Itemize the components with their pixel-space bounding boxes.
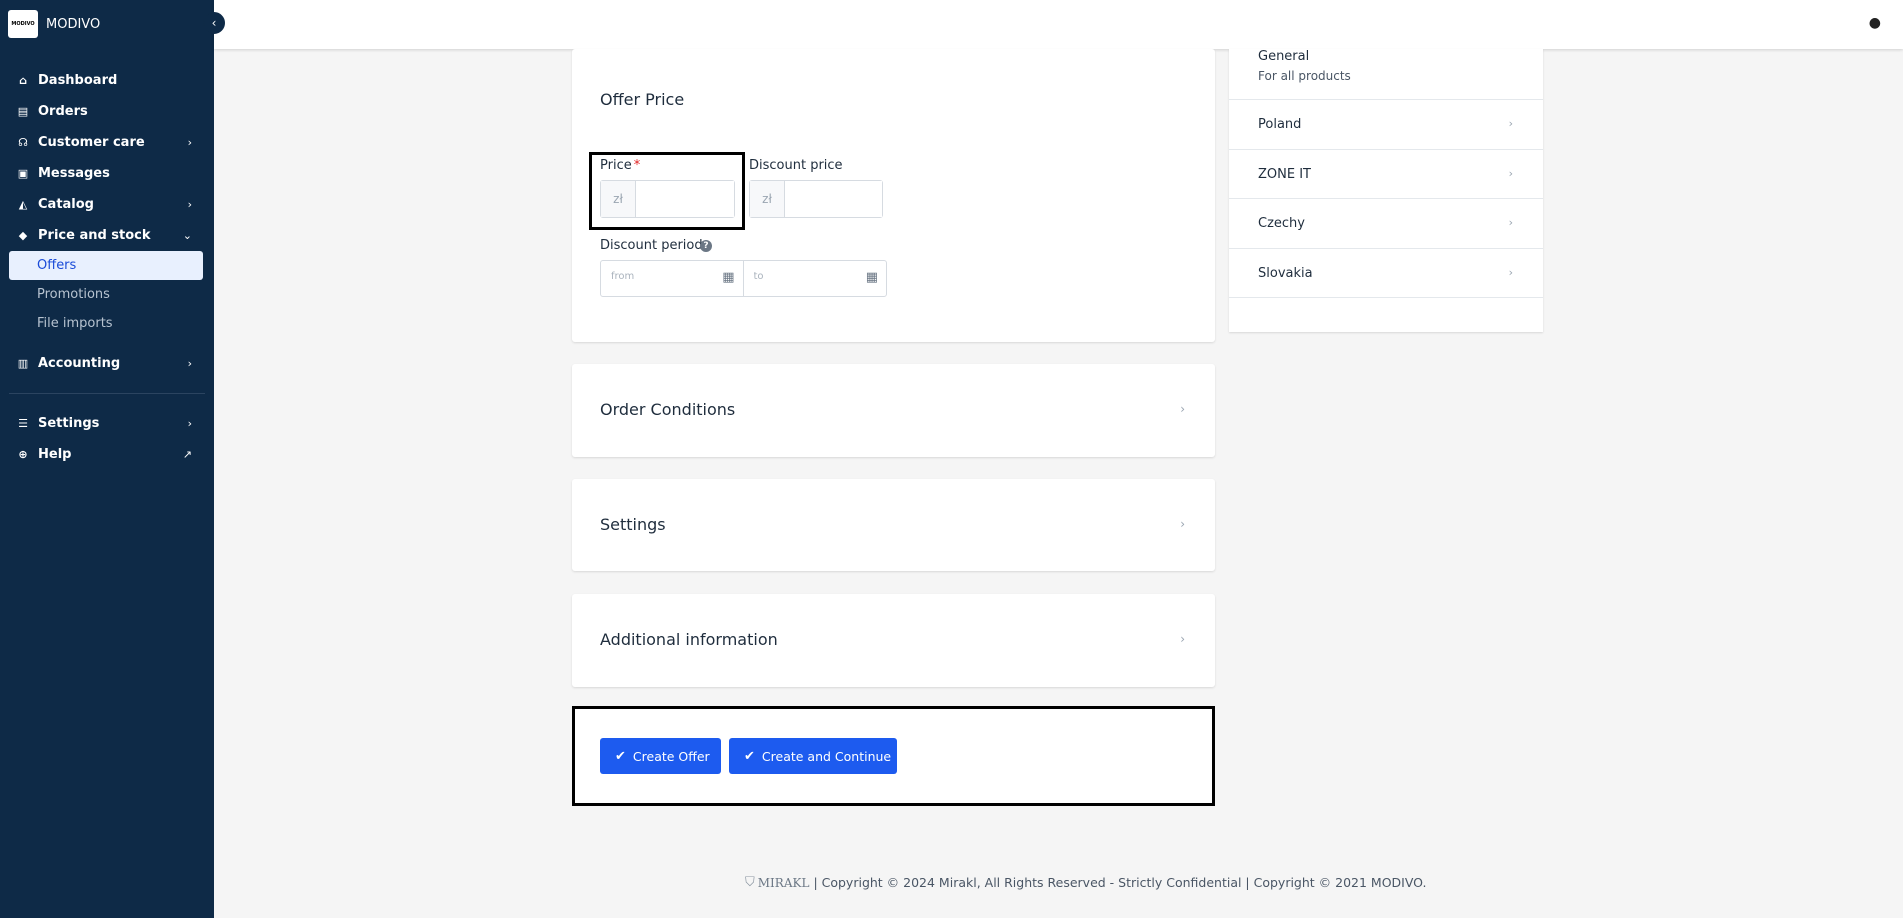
sidebar-item-label: Catalog: [38, 197, 94, 212]
clipboard-icon: ▤: [17, 105, 29, 118]
sidebar-subitem-promotions[interactable]: Promotions: [9, 280, 203, 309]
footer: ⛉ MIRAKL | Copyright © 2024 Mirakl, All …: [745, 875, 1427, 890]
sidebar-item-orders[interactable]: ▤ Orders: [0, 96, 214, 127]
sidebar-item-settings[interactable]: ☰ Settings ›: [0, 408, 214, 439]
section-additional-information[interactable]: Additional information ›: [572, 594, 1215, 687]
sidebar: MODIVO MODIVO ⌂ Dashboard ▤ Orders ☊ Cus…: [0, 0, 214, 918]
chevron-right-icon: ›: [1508, 117, 1513, 130]
discount-period-range: ▦ ▦: [600, 260, 887, 297]
zone-row-zone-it[interactable]: ZONE IT ›: [1229, 149, 1543, 199]
sidebar-item-accounting[interactable]: ▥ Accounting ›: [0, 348, 214, 379]
date-to-cell: ▦: [744, 261, 887, 296]
sidebar-divider: [9, 393, 205, 394]
chevron-right-icon: ›: [1508, 266, 1513, 279]
message-icon: ▣: [17, 167, 29, 180]
headset-icon: ☊: [18, 136, 28, 149]
zone-row-empty: [1229, 297, 1543, 332]
chevron-down-icon: ⌄: [182, 229, 192, 242]
sliders-icon: ☰: [18, 417, 28, 430]
zones-panel: General For all products Poland › ZONE I…: [1229, 49, 1543, 332]
price-highlight-box: [589, 152, 745, 230]
brand[interactable]: MODIVO MODIVO: [8, 10, 100, 38]
create-offer-button[interactable]: ✔ Create Offer: [600, 738, 721, 774]
sidebar-subitem-offers[interactable]: Offers: [9, 251, 203, 280]
section-order-conditions[interactable]: Order Conditions ›: [572, 364, 1215, 457]
brand-name: MODIVO: [46, 16, 101, 32]
date-from-cell: ▦: [601, 261, 744, 296]
sidebar-item-label: Orders: [38, 104, 88, 119]
chevron-right-icon: ›: [1508, 167, 1513, 180]
chevron-right-icon: ›: [187, 357, 192, 370]
zone-row-slovakia[interactable]: Slovakia ›: [1229, 248, 1543, 298]
sidebar-subitem-file-imports[interactable]: File imports: [9, 309, 203, 338]
sidebar-item-label: Price and stock: [38, 228, 151, 243]
discount-price-input-group: zł: [749, 180, 883, 218]
sidebar-nav: ⌂ Dashboard ▤ Orders ☊ Customer care › ▣…: [0, 65, 214, 470]
footer-copyright: | Copyright © 2024 Mirakl, All Rights Re…: [813, 875, 1427, 890]
shield-icon: ⛉: [745, 875, 755, 890]
help-icon[interactable]: ?: [700, 240, 712, 252]
chevron-right-icon: ›: [1180, 402, 1185, 416]
shapes-icon: ◭: [18, 198, 28, 211]
zone-label: Czechy: [1258, 216, 1305, 231]
sidebar-item-label: Settings: [38, 416, 100, 431]
topbar: ●: [214, 0, 1903, 49]
zone-label: Slovakia: [1258, 266, 1313, 281]
sidebar-item-price-and-stock[interactable]: ◆ Price and stock ⌄: [0, 220, 214, 251]
sidebar-item-label: Customer care: [38, 135, 145, 150]
lifebuoy-icon: ⊕: [18, 448, 28, 461]
date-from-input[interactable]: [611, 271, 711, 282]
chevron-right-icon: ›: [187, 417, 192, 430]
external-link-icon: ↗: [182, 448, 192, 461]
tag-icon: ◆: [18, 229, 28, 242]
sidebar-item-help[interactable]: ⊕ Help ↗: [0, 439, 214, 470]
sidebar-item-catalog[interactable]: ◭ Catalog ›: [0, 189, 214, 220]
brand-logo: MODIVO: [8, 10, 38, 38]
invoice-icon: ▥: [17, 357, 29, 370]
chevron-right-icon: ›: [1508, 216, 1513, 229]
section-title: Order Conditions: [600, 400, 736, 419]
zone-general[interactable]: General For all products: [1258, 49, 1351, 83]
chevron-right-icon: ›: [187, 198, 192, 211]
zone-general-subtitle: For all products: [1258, 69, 1351, 83]
sidebar-item-dashboard[interactable]: ⌂ Dashboard: [0, 65, 214, 96]
zone-row-czechy[interactable]: Czechy ›: [1229, 198, 1543, 248]
chevron-right-icon: ›: [187, 136, 192, 149]
check-icon: ✔: [744, 748, 755, 764]
zone-row-poland[interactable]: Poland ›: [1229, 99, 1543, 149]
button-label: Create Offer: [632, 748, 710, 764]
zone-label: ZONE IT: [1258, 167, 1311, 182]
check-icon: ✔: [615, 748, 626, 764]
discount-period-label: Discount period: [600, 238, 703, 253]
calendar-icon[interactable]: ▦: [722, 270, 734, 285]
calendar-icon[interactable]: ▦: [866, 270, 878, 285]
sidebar-item-customer-care[interactable]: ☊ Customer care ›: [0, 127, 214, 158]
sidebar-item-label: Accounting: [38, 356, 121, 371]
sidebar-collapse-button[interactable]: ‹: [203, 12, 225, 34]
offer-price-title: Offer Price: [600, 90, 685, 109]
home-icon: ⌂: [19, 74, 27, 87]
section-title: Settings: [600, 515, 666, 534]
sidebar-item-label: Messages: [38, 166, 110, 181]
section-settings[interactable]: Settings ›: [572, 479, 1215, 571]
sidebar-item-label: Dashboard: [38, 73, 118, 88]
footer-brand: MIRAKL: [757, 875, 810, 890]
user-icon[interactable]: ●: [1869, 15, 1881, 31]
currency-addon: zł: [750, 181, 785, 217]
date-to-input[interactable]: [753, 271, 854, 282]
button-label: Create and Continue: [761, 748, 892, 764]
zone-general-title: General: [1258, 49, 1310, 64]
section-title: Additional information: [600, 630, 778, 649]
discount-price-label: Discount price: [749, 158, 843, 173]
chevron-right-icon: ›: [1180, 517, 1185, 531]
create-and-continue-button[interactable]: ✔ Create and Continue: [729, 738, 897, 774]
zone-label: Poland: [1258, 117, 1302, 132]
discount-price-input[interactable]: [785, 181, 882, 217]
chevron-right-icon: ›: [1180, 632, 1185, 646]
sidebar-item-label: Help: [38, 447, 72, 462]
sidebar-item-messages[interactable]: ▣ Messages: [0, 158, 214, 189]
